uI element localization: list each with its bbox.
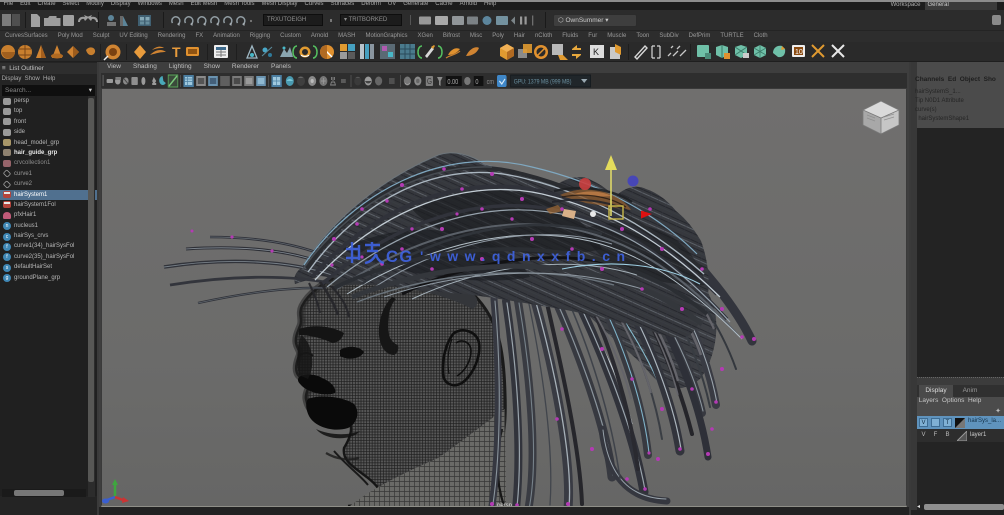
svg-text:10: 10 [795,49,803,56]
svg-text:T: T [172,44,181,60]
svg-text:persp: persp [497,503,513,506]
svg-text:0.00: 0.00 [447,78,458,86]
svg-text:G: G [427,76,432,86]
svg-text:K: K [593,47,599,57]
svg-text:GPU: 1379 MB (999 MB): GPU: 1379 MB (999 MB) [514,79,572,86]
svg-text:cm: cm [487,78,494,86]
svg-text:'www.qdnxxfb.cn: 'www.qdnxxfb.cn [420,248,632,264]
svg-text:CG: CG [386,248,414,266]
svg-text:0: 0 [475,78,479,86]
